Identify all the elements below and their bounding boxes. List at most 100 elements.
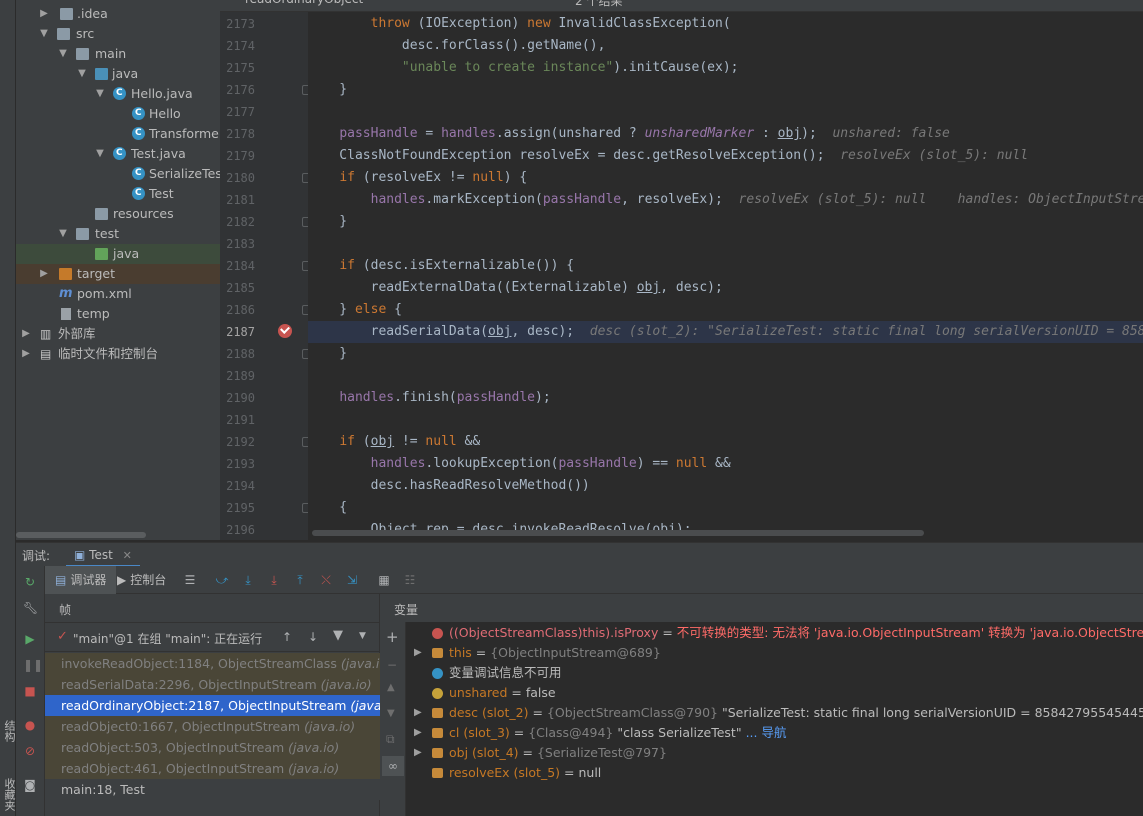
test-folder-icon (95, 248, 108, 260)
tree-item-main[interactable]: ▼ main (16, 44, 220, 64)
line-number: 2176 (226, 83, 255, 97)
show-watches-icon[interactable]: ∞ (382, 756, 404, 776)
java-class-icon (113, 83, 126, 103)
line-number: 2173 (226, 17, 255, 31)
tab-debugger[interactable]: ▤ 调试器 (45, 566, 117, 594)
tree-item-test[interactable]: ▼ test (16, 224, 220, 244)
tab-console[interactable]: ▶ 控制台 (117, 566, 166, 594)
expand-arrow-icon[interactable]: ▶ (414, 723, 422, 743)
tree-item-test-java-folder[interactable]: java (16, 244, 220, 264)
editor-gutter[interactable]: 2173 2174 2175 2176 2177 2178 2179 2180 … (220, 12, 310, 540)
find-input[interactable]: readOrdinaryObject (245, 0, 363, 6)
tree-item-idea[interactable]: ▶ .idea (16, 4, 220, 24)
tree-item-external-libraries[interactable]: ▶ ▥ 外部库 (16, 324, 220, 344)
evaluate-expression-icon[interactable]: ▦ (377, 573, 391, 587)
move-down-icon[interactable]: ▼ (387, 708, 395, 719)
tree-item-transformer[interactable]: Transformer (16, 123, 220, 144)
expand-arrow-icon[interactable]: ▶ (20, 324, 32, 344)
collapse-arrow-icon[interactable]: ▼ (76, 64, 88, 84)
copy-icon[interactable]: ⧉ (386, 732, 395, 747)
trace-icon[interactable]: ☷ (403, 573, 417, 587)
stack-frame[interactable]: readObject:503, ObjectInputStream (java.… (45, 737, 380, 758)
stack-frame[interactable]: invokeReadObject:1184, ObjectStreamClass… (45, 653, 392, 674)
line-number: 2194 (226, 479, 255, 493)
expand-arrow-icon[interactable]: ▶ (20, 344, 32, 364)
expand-arrow-icon[interactable]: ▶ (38, 264, 50, 284)
editor-horizontal-scrollbar[interactable] (312, 530, 924, 536)
add-watch-icon[interactable]: + (386, 628, 399, 646)
tree-item-hello-java[interactable]: ▼ Hello.java (16, 83, 220, 104)
java-class-icon (113, 143, 126, 163)
tree-item-resources[interactable]: resources (16, 204, 220, 224)
debug-title: 调试: (22, 549, 51, 563)
debug-session-tab[interactable]: ▣ Test ✕ (66, 543, 140, 567)
down-arrow-icon[interactable]: ↓ (308, 630, 318, 644)
remove-watch-icon[interactable]: − (387, 658, 397, 672)
step-out-icon[interactable]: ⤒ (293, 573, 307, 587)
up-arrow-icon[interactable]: ↑ (282, 630, 292, 644)
frame-method: readObject:461, ObjectInputStream (61, 761, 285, 776)
bookmarks-tab[interactable]: 收藏夹 (1, 778, 17, 811)
stack-frame-selected[interactable]: readOrdinaryObject:2187, ObjectInputStre… (45, 695, 401, 716)
expand-arrow-icon[interactable]: ▶ (38, 4, 50, 24)
collapse-arrow-icon[interactable]: ▼ (57, 44, 69, 64)
tree-item-scratches[interactable]: ▶ ▤ 临时文件和控制台 (16, 344, 220, 364)
step-over-icon[interactable]: ⤓ (241, 573, 255, 587)
navigate-link[interactable]: ... 导航 (746, 725, 787, 740)
stack-frame[interactable]: readObject:461, ObjectInputStream (java.… (45, 758, 380, 779)
stack-frame[interactable]: main:18, Test (45, 779, 380, 800)
frame-package: (java.io) (288, 740, 340, 755)
project-horizontal-scrollbar[interactable] (16, 530, 220, 540)
move-up-icon[interactable]: ▲ (387, 682, 395, 693)
field-icon (432, 648, 443, 658)
show-execution-point-icon[interactable]: ⤻ (215, 573, 229, 587)
scrollbar-thumb[interactable] (16, 532, 146, 538)
resume-icon[interactable]: ▶ (23, 632, 37, 646)
settings-wrench-icon[interactable]: 🔧︎ (23, 601, 38, 615)
inline-debug-hint: handles: ObjectInputStream$HandleTable@.… (957, 192, 1143, 207)
camera-icon[interactable]: ◙ (23, 778, 37, 792)
code-line: ClassNotFoundException resolveEx = desc.… (308, 148, 1029, 163)
tree-item-label: Test.java (131, 146, 186, 161)
code-line: throw (IOException) new InvalidClassExce… (370, 16, 731, 31)
force-step-into-icon[interactable]: ⤓ (267, 573, 281, 587)
tree-item-test-java[interactable]: ▼ Test.java (16, 143, 220, 164)
chevron-down-icon[interactable]: ▼ (359, 631, 366, 641)
tree-item-test-class[interactable]: Test (16, 183, 220, 204)
tree-item-target[interactable]: ▶ target (16, 264, 220, 284)
filter-icon[interactable]: ▼ (333, 628, 343, 643)
run-to-cursor-icon[interactable]: ⇲ (345, 573, 359, 587)
collapse-arrow-icon[interactable]: ▼ (94, 144, 106, 164)
pause-icon[interactable]: ❚❚ (23, 658, 43, 672)
stop-icon[interactable]: ■ (23, 684, 37, 698)
tree-item-hello[interactable]: Hello (16, 103, 220, 124)
rerun-icon[interactable]: ↻ (23, 575, 37, 589)
tree-item-pom[interactable]: m pom.xml (16, 284, 220, 304)
field-icon (432, 708, 443, 718)
layout-icon[interactable]: ☰ (183, 573, 197, 587)
expand-arrow-icon[interactable]: ▶ (414, 743, 422, 763)
expand-arrow-icon[interactable]: ▶ (414, 703, 422, 723)
expand-arrow-icon[interactable]: ▶ (414, 643, 422, 663)
tree-item-label: Hello.java (131, 86, 193, 101)
drop-frame-icon[interactable]: ⤬ (319, 573, 333, 587)
line-number: 2177 (226, 105, 255, 119)
tree-item-serializetest[interactable]: SerializeTest (16, 163, 220, 184)
collapse-arrow-icon[interactable]: ▼ (38, 24, 50, 44)
structure-tab[interactable]: 结构 (1, 720, 17, 742)
code-editor[interactable]: throw (IOException) new InvalidClassExce… (308, 12, 1143, 540)
tree-item-java-source[interactable]: ▼ java (16, 64, 220, 84)
stack-frame[interactable]: readObject0:1667, ObjectInputStream (jav… (45, 716, 380, 737)
view-breakpoints-icon[interactable]: ● (23, 718, 37, 732)
stack-frame[interactable]: readSerialData:2296, ObjectInputStream (… (45, 674, 380, 695)
mute-breakpoints-icon[interactable]: ⊘ (23, 744, 37, 758)
thread-selector[interactable]: ✓ "main"@1 在组 "main": 正在运行 ↑ ↓ ▼ ▼ (45, 622, 380, 652)
breakpoint-icon[interactable] (278, 324, 292, 338)
scratch-icon: ▤ (40, 347, 52, 361)
collapse-arrow-icon[interactable]: ▼ (94, 84, 106, 104)
line-number: 2179 (226, 149, 255, 163)
close-icon[interactable]: ✕ (123, 549, 132, 562)
tree-item-temp[interactable]: temp (16, 304, 220, 324)
collapse-arrow-icon[interactable]: ▼ (57, 224, 69, 244)
tree-item-src[interactable]: ▼ src (16, 24, 220, 44)
